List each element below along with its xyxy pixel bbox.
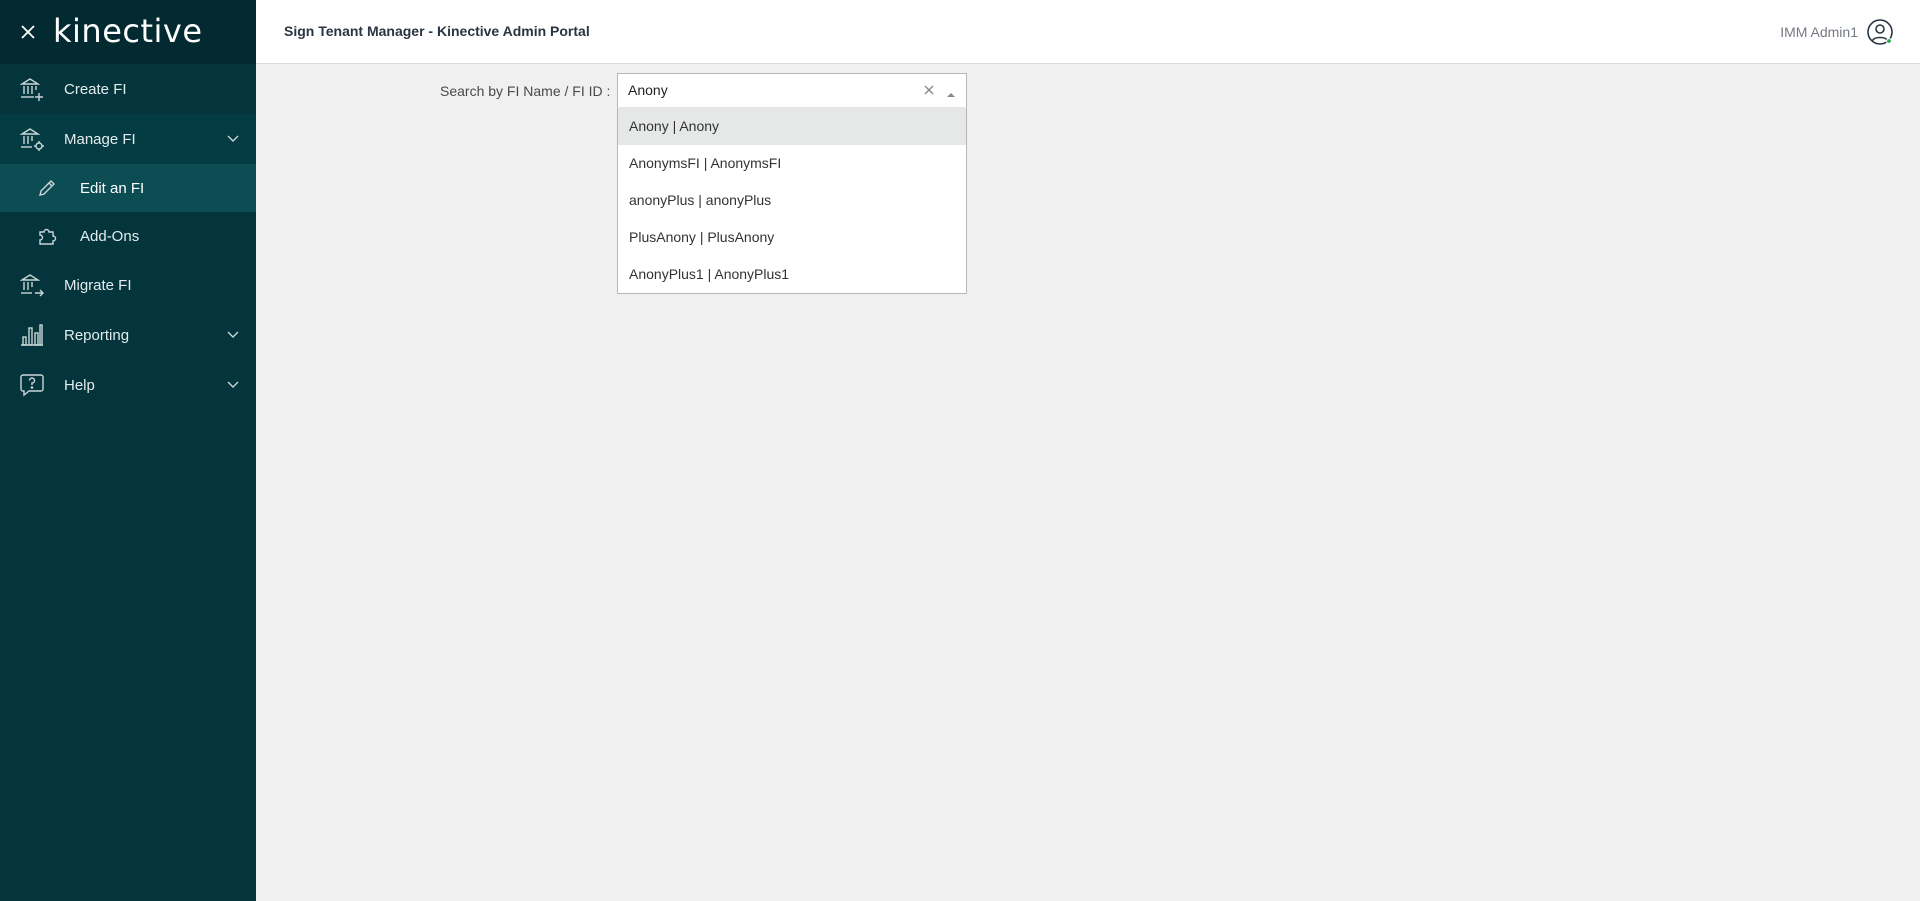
- dropdown-option[interactable]: AnonymsFI | AnonymsFI: [618, 145, 966, 182]
- user-avatar-icon[interactable]: [1866, 18, 1894, 46]
- fi-search-input[interactable]: [628, 82, 898, 98]
- sidebar-item-label: Add-Ons: [80, 227, 140, 245]
- search-label: Search by FI Name / FI ID :: [440, 83, 611, 99]
- fi-options-dropdown: Anony | Anony AnonymsFI | AnonymsFI anon…: [617, 108, 967, 294]
- user-menu[interactable]: IMM Admin1: [1780, 18, 1894, 46]
- brand-logo: kinective: [53, 12, 203, 50]
- sidebar-item-migrate-fi[interactable]: Migrate FI: [0, 260, 256, 310]
- chevron-down-icon: [226, 328, 240, 342]
- dropdown-option[interactable]: AnonyPlus1 | AnonyPlus1: [618, 256, 966, 293]
- caret-up-icon[interactable]: [945, 87, 957, 97]
- puzzle-icon: [35, 224, 59, 248]
- sidebar-item-label: Create FI: [64, 80, 127, 98]
- sidebar-item-label: Edit an FI: [80, 179, 145, 197]
- top-bar: Sign Tenant Manager - Kinective Admin Po…: [256, 0, 1920, 64]
- sidebar-item-label: Reporting: [64, 326, 130, 344]
- sidebar-item-edit-an-fi[interactable]: Edit an FI: [0, 164, 256, 212]
- sidebar-header: kinective: [0, 0, 256, 64]
- sidebar-item-reporting[interactable]: Reporting: [0, 310, 256, 360]
- sidebar-item-label: Help: [64, 376, 95, 394]
- dropdown-option[interactable]: Anony | Anony: [618, 108, 966, 145]
- bank-arrow-icon: [19, 272, 45, 298]
- user-name: IMM Admin1: [1780, 24, 1858, 40]
- sidebar-item-help[interactable]: Help: [0, 360, 256, 410]
- sidebar-item-label: Manage FI: [64, 130, 136, 148]
- dropdown-option[interactable]: anonyPlus | anonyPlus: [618, 182, 966, 219]
- sidebar-nav: Create FI Manage FI Edit an FI Add-Ons M…: [0, 64, 256, 410]
- sidebar-item-manage-fi[interactable]: Manage FI: [0, 114, 256, 164]
- sidebar-item-create-fi[interactable]: Create FI: [0, 64, 256, 114]
- close-icon[interactable]: [18, 22, 38, 42]
- chevron-down-icon: [226, 378, 240, 392]
- chevron-down-icon: [226, 132, 240, 146]
- sidebar: kinective Create FI Manage FI Edit an FI…: [0, 0, 256, 901]
- bank-settings-icon: [19, 126, 45, 152]
- sidebar-item-label: Migrate FI: [64, 276, 132, 294]
- clear-icon[interactable]: [922, 83, 936, 97]
- page-title: Sign Tenant Manager - Kinective Admin Po…: [284, 23, 590, 39]
- bank-add-icon: [19, 76, 45, 102]
- fi-search-select[interactable]: [617, 73, 967, 108]
- sidebar-item-add-ons[interactable]: Add-Ons: [0, 212, 256, 260]
- dropdown-option[interactable]: PlusAnony | PlusAnony: [618, 219, 966, 256]
- help-chat-icon: [19, 372, 45, 398]
- bar-chart-icon: [19, 322, 45, 348]
- pencil-icon: [35, 176, 59, 200]
